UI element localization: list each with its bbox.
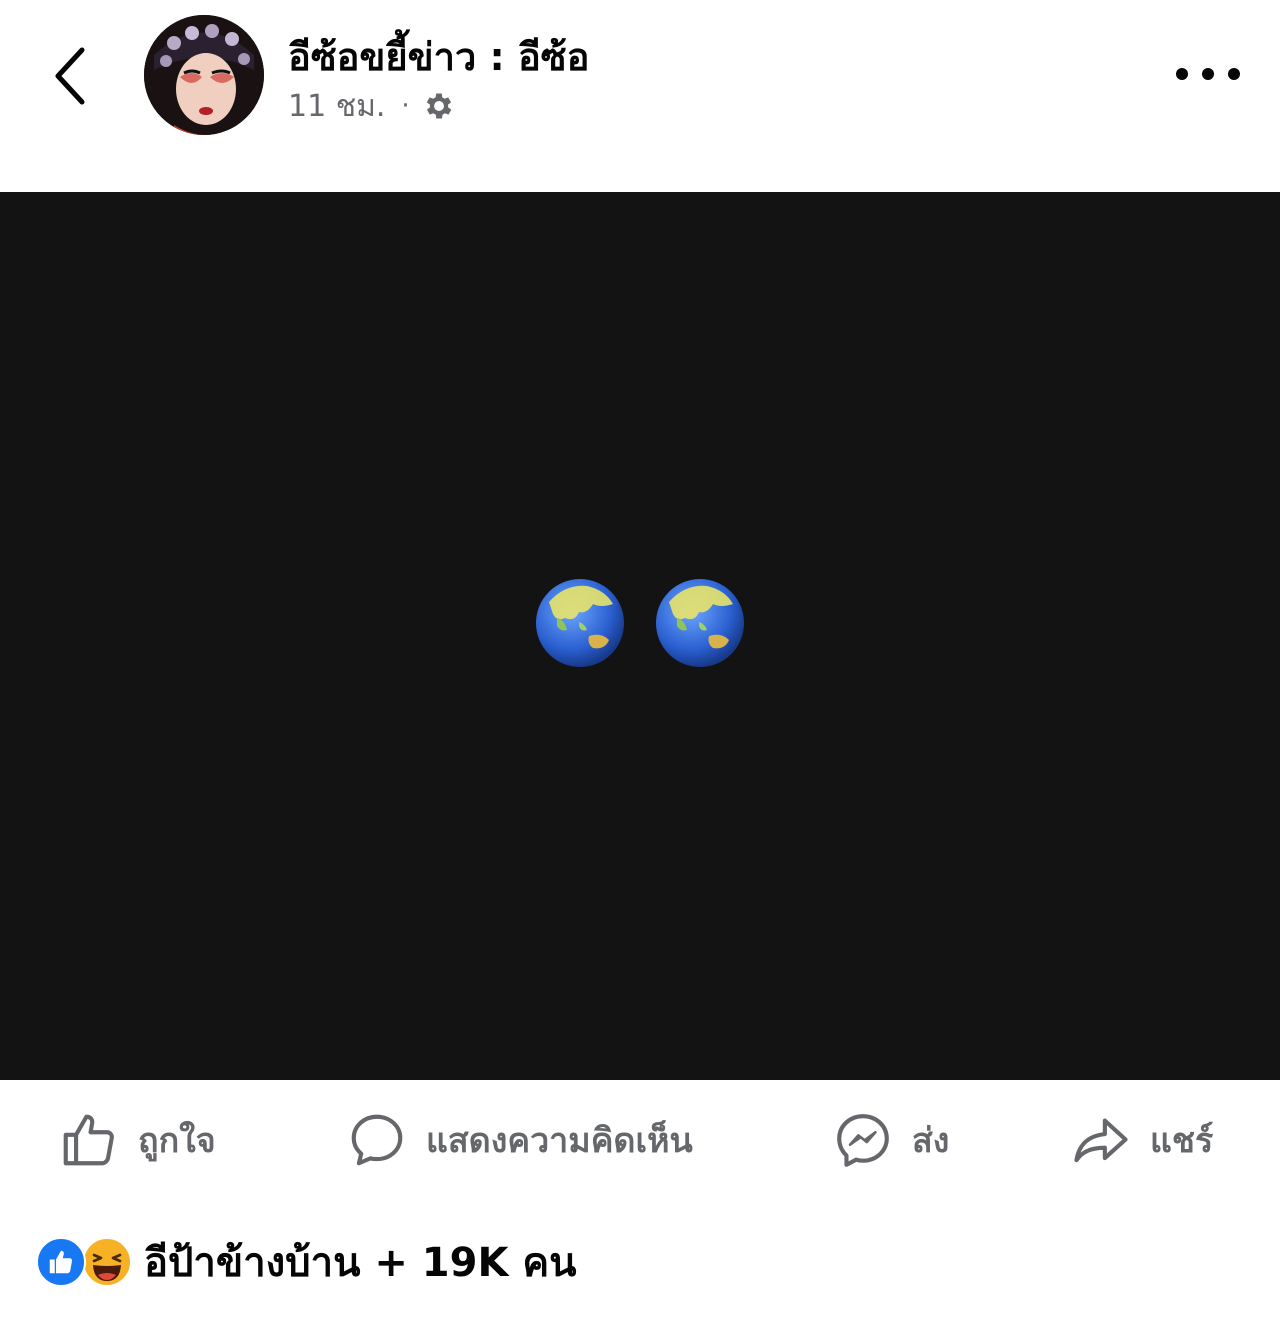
share-arrow-icon — [1074, 1118, 1128, 1163]
thumbs-up-icon — [63, 1114, 114, 1166]
share-label: แชร์ — [1150, 1121, 1214, 1161]
reactions-summary-text: อีป้าข้างบ้าน + 19K คน — [144, 1240, 577, 1286]
more-dot — [1176, 68, 1188, 80]
send-button[interactable]: ส่ง — [832, 1108, 949, 1172]
post-time[interactable]: 11 ชม. — [288, 83, 385, 130]
comment-bubble-icon — [351, 1114, 403, 1166]
more-options-button[interactable] — [1172, 56, 1244, 92]
comment-label: แสดงความคิดเห็น — [426, 1121, 693, 1161]
like-button[interactable]: ถูกใจ — [58, 1108, 216, 1172]
post-header: อีซ้อขยี้ข่าว : อีซ้อ 11 ชม. · — [0, 0, 1280, 192]
meta-separator: · — [401, 91, 410, 121]
messenger-icon — [837, 1114, 889, 1167]
send-label: ส่ง — [912, 1121, 950, 1161]
page-avatar[interactable] — [144, 15, 264, 135]
back-button[interactable] — [40, 38, 110, 118]
laughing-face-icon — [82, 1237, 132, 1287]
gear-icon — [426, 93, 451, 119]
globe-asia-australia-icon — [536, 579, 624, 667]
thumbs-up-icon — [49, 1250, 73, 1274]
haha-reaction-icon — [82, 1237, 132, 1287]
reactions-summary[interactable]: อีป้าข้างบ้าน + 19K คน — [36, 1232, 576, 1292]
action-bar: ถูกใจ แสดงความคิดเห็น ส่ง แชร์ — [0, 1080, 1280, 1200]
globe-asia-australia-icon — [656, 579, 744, 667]
post-meta: 11 ชม. · — [288, 86, 456, 126]
avatar-image — [144, 15, 264, 135]
share-button[interactable]: แชร์ — [1070, 1108, 1213, 1172]
post-media[interactable] — [0, 192, 1280, 1080]
more-dot — [1228, 68, 1240, 80]
like-reaction-icon — [36, 1237, 86, 1287]
chevron-left-icon — [55, 47, 85, 105]
more-dot — [1202, 68, 1214, 80]
like-label: ถูกใจ — [138, 1121, 216, 1161]
comment-button[interactable]: แสดงความคิดเห็น — [346, 1108, 693, 1172]
page-name[interactable]: อีซ้อขยี้ข่าว : อีซ้อ — [288, 26, 589, 87]
